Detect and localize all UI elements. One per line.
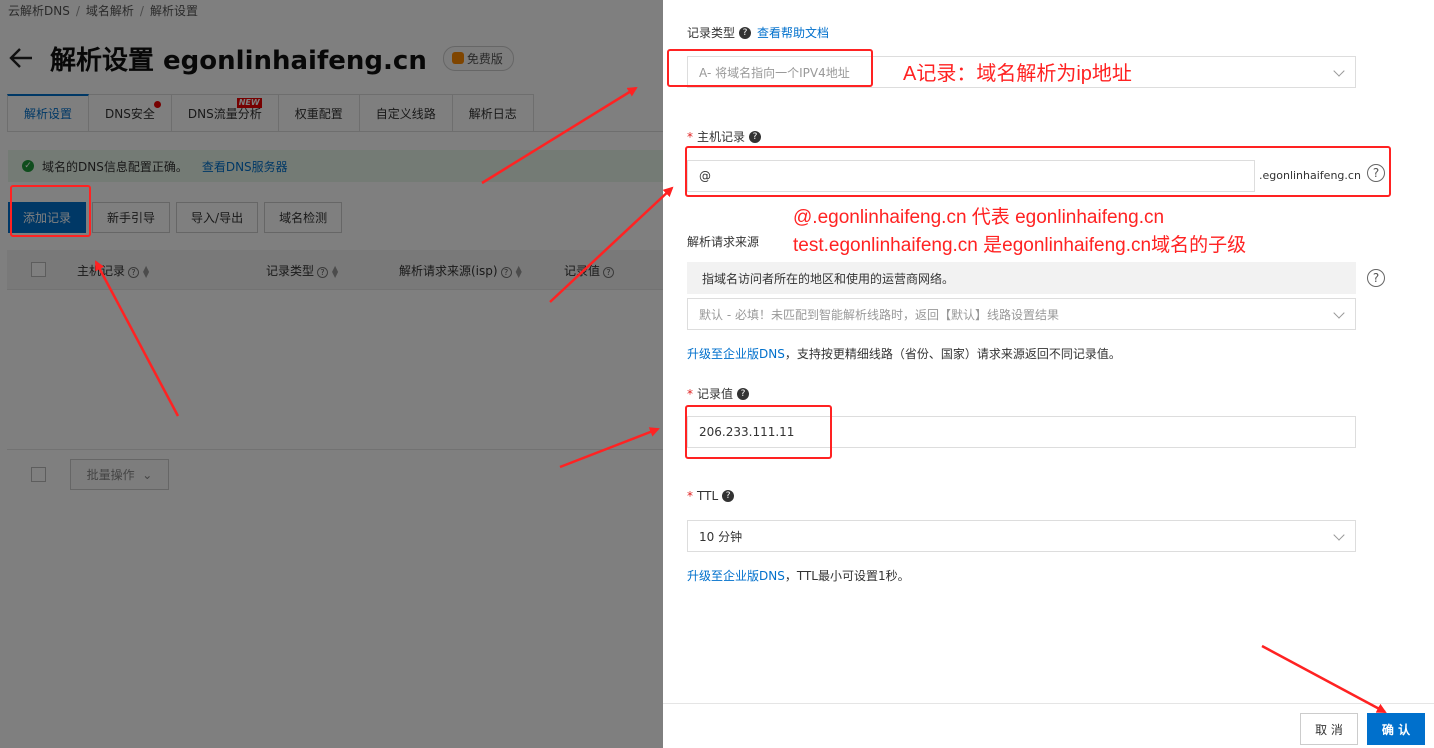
annotation-arrows xyxy=(94,86,1387,714)
arrow-to-record-value xyxy=(559,427,660,469)
arrow-to-confirm xyxy=(1261,644,1387,714)
arrow-to-host-record xyxy=(549,186,674,303)
arrow-to-add-record xyxy=(94,260,180,417)
arrow-to-record-type xyxy=(481,86,638,185)
